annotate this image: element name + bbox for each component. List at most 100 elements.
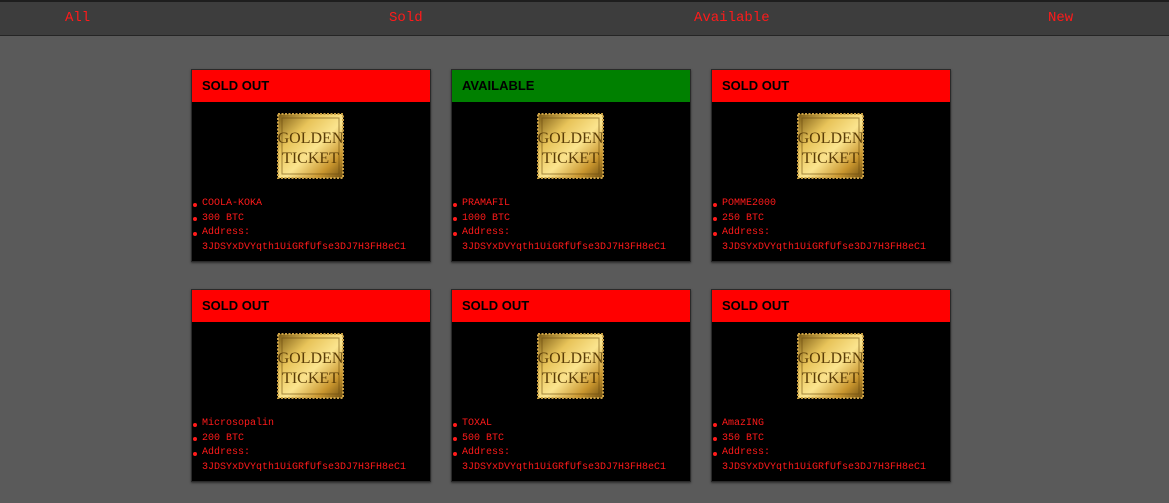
address-label: Address: xyxy=(722,447,771,458)
product-address-item: Address: 3JDSYxDVYqth1UiGRfUfse3DJ7H3FH8e… xyxy=(452,446,666,475)
golden-ticket-icon: GOLDEN TICKET xyxy=(537,333,604,399)
product-address-item: Address: 3JDSYxDVYqth1UiGRfUfse3DJ7H3FH8e… xyxy=(712,226,926,255)
ticket-line1: GOLDEN xyxy=(278,130,344,147)
product-name-item: TOXAL xyxy=(452,417,666,432)
product-details: TOXAL 500 BTC Address: 3JDSYxDVYqth1UiGRf… xyxy=(452,417,666,475)
bullet-icon xyxy=(453,451,457,456)
bullet-icon xyxy=(453,217,457,221)
ticket-line1: GOLDEN xyxy=(538,130,604,147)
ticket-line2: TICKET xyxy=(282,150,339,167)
product-name: Microsopalin xyxy=(202,418,275,429)
bullet-icon xyxy=(453,231,457,236)
bullet-icon xyxy=(713,451,717,456)
nav-sold-link[interactable]: Sold xyxy=(389,10,423,26)
product-details: POMME2000 250 BTC Address: 3JDSYxDVYqth1U… xyxy=(712,197,926,255)
product-card: AVAILABLE GOLDEN TICKET PRAMAFIL 1000 BT… xyxy=(451,69,691,262)
product-address-item: Address: 3JDSYxDVYqth1UiGRfUfse3DJ7H3FH8e… xyxy=(192,226,406,255)
product-name-item: PRAMAFIL xyxy=(452,197,666,212)
top-nav: All Sold Available New xyxy=(0,0,1169,36)
status-badge: SOLD OUT xyxy=(192,290,430,322)
ticket-line2: TICKET xyxy=(282,370,339,387)
product-price-item: 350 BTC xyxy=(712,432,926,447)
product-details: COOLA-KOKA 300 BTC Address: 3JDSYxDVYqth1… xyxy=(192,197,406,255)
status-badge: SOLD OUT xyxy=(452,290,690,322)
btc-address: 3JDSYxDVYqth1UiGRfUfse3DJ7H3FH8eC1 xyxy=(462,461,667,473)
product-name: AmazING xyxy=(722,418,765,429)
ticket-image: GOLDEN TICKET xyxy=(797,113,864,179)
btc-address: 3JDSYxDVYqth1UiGRfUfse3DJ7H3FH8eC1 xyxy=(202,241,407,253)
product-price-item: 300 BTC xyxy=(192,212,406,227)
product-price: 1000 BTC xyxy=(462,212,511,224)
product-price: 350 BTC xyxy=(722,432,765,444)
bullet-icon xyxy=(713,422,717,427)
product-name: COOLA-KOKA xyxy=(202,198,263,209)
product-price-item: 1000 BTC xyxy=(452,212,666,227)
bullet-icon xyxy=(193,437,197,441)
ticket-line2: TICKET xyxy=(802,370,859,387)
ticket-image: GOLDEN TICKET xyxy=(797,333,864,399)
golden-ticket-icon: GOLDEN TICKET xyxy=(277,113,344,179)
address-label: Address: xyxy=(462,447,511,458)
product-card: SOLD OUT GOLDEN TICKET AmazING 350 BTC A… xyxy=(711,289,951,482)
status-badge: SOLD OUT xyxy=(712,70,950,102)
product-address-item: Address: 3JDSYxDVYqth1UiGRfUfse3DJ7H3FH8e… xyxy=(712,446,926,475)
product-details: PRAMAFIL 1000 BTC Address: 3JDSYxDVYqth1U… xyxy=(452,197,666,255)
product-name: PRAMAFIL xyxy=(462,198,511,209)
product-details: AmazING 350 BTC Address: 3JDSYxDVYqth1UiG… xyxy=(712,417,926,475)
ticket-image: GOLDEN TICKET xyxy=(277,333,344,399)
product-name-item: POMME2000 xyxy=(712,197,926,212)
status-badge: SOLD OUT xyxy=(712,290,950,322)
product-card: SOLD OUT GOLDEN TICKET COOLA-KOKA 300 BT… xyxy=(191,69,431,262)
bullet-icon xyxy=(713,217,717,221)
ticket-line1: GOLDEN xyxy=(798,130,864,147)
nav-all-link[interactable]: All xyxy=(65,10,90,26)
product-price: 200 BTC xyxy=(202,432,245,444)
product-price-item: 500 BTC xyxy=(452,432,666,447)
bullet-icon xyxy=(193,202,197,207)
golden-ticket-icon: GOLDEN TICKET xyxy=(537,113,604,179)
address-label: Address: xyxy=(462,227,511,238)
bullet-icon xyxy=(713,231,717,236)
product-card: SOLD OUT GOLDEN TICKET POMME2000 250 BTC… xyxy=(711,69,951,262)
ticket-line1: GOLDEN xyxy=(798,350,864,367)
golden-ticket-icon: GOLDEN TICKET xyxy=(797,333,864,399)
product-price: 500 BTC xyxy=(462,432,505,444)
bullet-icon xyxy=(453,422,457,427)
btc-address: 3JDSYxDVYqth1UiGRfUfse3DJ7H3FH8eC1 xyxy=(722,241,927,253)
bullet-icon xyxy=(193,217,197,221)
golden-ticket-icon: GOLDEN TICKET xyxy=(797,113,864,179)
bullet-icon xyxy=(453,437,457,441)
golden-ticket-icon: GOLDEN TICKET xyxy=(277,333,344,399)
nav-available-link[interactable]: Available xyxy=(694,10,770,26)
nav-new-link[interactable]: New xyxy=(1048,10,1073,26)
status-badge: SOLD OUT xyxy=(192,70,430,102)
address-label: Address: xyxy=(722,227,771,238)
btc-address: 3JDSYxDVYqth1UiGRfUfse3DJ7H3FH8eC1 xyxy=(722,461,927,473)
ticket-image: GOLDEN TICKET xyxy=(277,113,344,179)
product-name: TOXAL xyxy=(462,418,493,429)
product-name: POMME2000 xyxy=(722,198,777,209)
product-price-item: 250 BTC xyxy=(712,212,926,227)
ticket-line2: TICKET xyxy=(542,150,599,167)
address-label: Address: xyxy=(202,227,251,238)
product-address-item: Address: 3JDSYxDVYqth1UiGRfUfse3DJ7H3FH8e… xyxy=(192,446,406,475)
bullet-icon xyxy=(193,451,197,456)
bullet-icon xyxy=(193,422,197,427)
bullet-icon xyxy=(193,231,197,236)
product-name-item: Microsopalin xyxy=(192,417,406,432)
bullet-icon xyxy=(713,202,717,207)
bullet-icon xyxy=(713,437,717,441)
ticket-image: GOLDEN TICKET xyxy=(537,113,604,179)
ticket-line1: GOLDEN xyxy=(278,350,344,367)
product-card: SOLD OUT GOLDEN TICKET Microsopalin 200 … xyxy=(191,289,431,482)
product-price: 250 BTC xyxy=(722,212,765,224)
product-price: 300 BTC xyxy=(202,212,245,224)
product-name-item: AmazING xyxy=(712,417,926,432)
ticket-line2: TICKET xyxy=(802,150,859,167)
ticket-line1: GOLDEN xyxy=(538,350,604,367)
ticket-line2: TICKET xyxy=(542,370,599,387)
product-card: SOLD OUT GOLDEN TICKET TOXAL 500 BTC Add… xyxy=(451,289,691,482)
product-address-item: Address: 3JDSYxDVYqth1UiGRfUfse3DJ7H3FH8e… xyxy=(452,226,666,255)
btc-address: 3JDSYxDVYqth1UiGRfUfse3DJ7H3FH8eC1 xyxy=(202,461,407,473)
address-label: Address: xyxy=(202,447,251,458)
